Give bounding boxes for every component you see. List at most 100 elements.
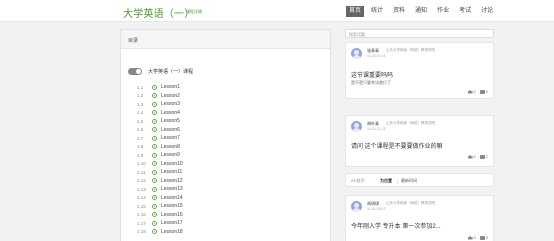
- lesson-item[interactable]: 1.17 Lesson17: [137, 219, 183, 228]
- post-title[interactable]: 今年刚入学 专升本 第一次参加2...: [351, 221, 441, 230]
- lesson-item[interactable]: 1.14 Lesson14: [137, 194, 183, 203]
- nav-item-exam[interactable]: 考试: [456, 6, 474, 17]
- lesson-item[interactable]: 1.11 Lesson11: [137, 168, 183, 177]
- lesson-item[interactable]: 1.10 Lesson10: [137, 160, 183, 169]
- sort-position-button[interactable]: 为位置: [380, 178, 392, 184]
- post-school: 山东大学继续（网络）教育学院: [386, 121, 435, 125]
- post-stats: 0 3: [464, 235, 488, 240]
- thumb-up-icon[interactable]: [467, 235, 473, 240]
- lesson-number: 1.4: [137, 110, 144, 116]
- post-title[interactable]: 请问 这个课程是不要要做作业的嘛: [351, 141, 443, 150]
- lesson-item[interactable]: 1.18 Lesson18: [137, 228, 183, 237]
- lesson-status-icon: [152, 178, 157, 184]
- post-stats: 0 0: [464, 89, 488, 94]
- nav-item-stats[interactable]: 统计: [368, 6, 386, 17]
- lesson-item[interactable]: 1.12 Lesson12: [137, 177, 183, 186]
- lesson-list: 1.1 Lesson1 1.2 Lesson2 1.3 Lesson3 1.4 Lesson4…: [137, 83, 183, 236]
- comment-icon[interactable]: [479, 89, 485, 94]
- course-title: 大学英语（一）: [123, 9, 195, 20]
- like-count: 0: [473, 235, 476, 240]
- post-card[interactable]: 张青青 山东大学继续（网络）教育学院 11-02 07:44 这节课重要吗吗 是…: [345, 42, 494, 99]
- comment-count: 0: [485, 89, 488, 94]
- lesson-label[interactable]: Lesson18: [161, 229, 183, 235]
- lesson-number: 1.8: [137, 144, 144, 150]
- like-count: 0: [473, 89, 476, 94]
- lesson-label[interactable]: Lesson4: [161, 110, 180, 116]
- lesson-number: 1.6: [137, 127, 144, 133]
- nav-item-materials[interactable]: 资料: [390, 6, 408, 17]
- post-card[interactable]: 胡琪琪 山东大学继续（网络）教育学院 11-01 08:42 今年刚入学 专升本…: [345, 195, 494, 241]
- lesson-item[interactable]: 1.7 Lesson7: [137, 134, 183, 143]
- post-school: 山东大学继续（网络）教育学院: [386, 48, 435, 52]
- catalog-panel: 目录 大学英语（一）课程 1.1 Lesson1 1.2 Lesson2 1.3 Less…: [120, 29, 331, 241]
- toggle-switch-icon[interactable]: [128, 68, 142, 75]
- lesson-item[interactable]: 1.15 Lesson15: [137, 202, 183, 211]
- lesson-label[interactable]: Lesson8: [161, 144, 180, 150]
- lesson-number: 1.18: [137, 229, 146, 235]
- like-count: 0: [473, 154, 476, 159]
- sort-latest-button[interactable]: 最新时间: [401, 178, 417, 184]
- lesson-label[interactable]: Lesson7: [161, 135, 180, 141]
- post-title[interactable]: 这节课重要吗吗: [351, 70, 393, 79]
- lesson-status-icon: [152, 84, 157, 90]
- lesson-status-icon: [152, 93, 157, 99]
- lesson-number: 1.16: [137, 212, 146, 218]
- lesson-status-icon: [152, 229, 157, 235]
- nav-item-notices[interactable]: 通知: [412, 6, 430, 17]
- comment-icon[interactable]: [479, 235, 485, 240]
- lesson-item[interactable]: 1.9 Lesson9: [137, 151, 183, 160]
- lesson-label[interactable]: Lesson17: [161, 220, 183, 226]
- lesson-item[interactable]: 1.4 Lesson4: [137, 109, 183, 118]
- post-stats: 0 2: [464, 154, 488, 159]
- lesson-item[interactable]: 1.8 Lesson8: [137, 143, 183, 152]
- lesson-label[interactable]: Lesson14: [161, 195, 183, 201]
- lesson-status-icon: [152, 127, 157, 133]
- lesson-item[interactable]: 1.3 Lesson3: [137, 100, 183, 109]
- lesson-label[interactable]: Lesson13: [161, 186, 183, 192]
- lesson-item[interactable]: 1.16 Lesson16: [137, 211, 183, 220]
- lesson-number: 1.10: [137, 161, 146, 167]
- lesson-label[interactable]: Lesson15: [161, 203, 183, 209]
- post-count: 23 帖子: [351, 178, 365, 183]
- course-subtitle-link[interactable]: 课程详情: [186, 9, 202, 15]
- lesson-label[interactable]: Lesson5: [161, 118, 180, 124]
- post-time: 11-02 07:44: [367, 54, 386, 58]
- lesson-status-icon: [152, 169, 157, 175]
- sort-bar: 23 帖子 为位置 | 最新时间: [345, 173, 494, 187]
- lesson-item[interactable]: 1.6 Lesson6: [137, 126, 183, 135]
- thumb-up-icon[interactable]: [467, 154, 473, 159]
- lesson-status-icon: [152, 186, 157, 192]
- lesson-status-icon: [152, 101, 157, 107]
- lesson-item[interactable]: 1.5 Lesson5: [137, 117, 183, 126]
- nav-item-home[interactable]: 首页: [346, 6, 365, 17]
- lesson-number: 1.15: [137, 203, 146, 209]
- nav-item-homework[interactable]: 作业: [434, 6, 452, 17]
- lesson-label[interactable]: Lesson2: [161, 93, 180, 99]
- lesson-item[interactable]: 1.1 Lesson1: [137, 83, 183, 92]
- lesson-status-icon: [152, 144, 157, 150]
- course-root-item[interactable]: 大学英语（一）课程: [128, 68, 193, 75]
- lesson-status-icon: [152, 110, 157, 116]
- lesson-label[interactable]: Lesson6: [161, 127, 180, 133]
- lesson-label[interactable]: Lesson11: [161, 169, 182, 175]
- search-input[interactable]: 搜索话题: [345, 29, 494, 38]
- lesson-label[interactable]: Lesson16: [161, 212, 183, 218]
- lesson-label[interactable]: Lesson10: [161, 161, 183, 167]
- lesson-label[interactable]: Lesson3: [161, 101, 180, 107]
- lesson-number: 1.11: [137, 169, 146, 175]
- thumb-up-icon[interactable]: [467, 89, 473, 94]
- top-bar: 大学英语（一） 课程详情 首页 统计 资料 通知 作业 考试 讨论: [0, 0, 554, 22]
- lesson-number: 1.5: [137, 118, 144, 124]
- lesson-label[interactable]: Lesson9: [161, 152, 180, 158]
- lesson-label[interactable]: Lesson12: [161, 178, 183, 184]
- lesson-number: 1.13: [137, 186, 146, 192]
- lesson-item[interactable]: 1.2 Lesson2: [137, 92, 183, 101]
- lesson-label[interactable]: Lesson1: [161, 84, 180, 90]
- post-time: 11-01 08:42: [367, 207, 386, 211]
- lesson-number: 1.17: [137, 220, 146, 226]
- main-nav: 首页 统计 资料 通知 作业 考试 讨论: [346, 6, 500, 17]
- post-card[interactable]: 胡叶青 山东大学继续（网络）教育学院 10-31 11:13 请问 这个课程是不…: [345, 115, 494, 167]
- comment-icon[interactable]: [479, 154, 485, 159]
- lesson-item[interactable]: 1.13 Lesson13: [137, 185, 183, 194]
- nav-item-discussion[interactable]: 讨论: [478, 6, 496, 17]
